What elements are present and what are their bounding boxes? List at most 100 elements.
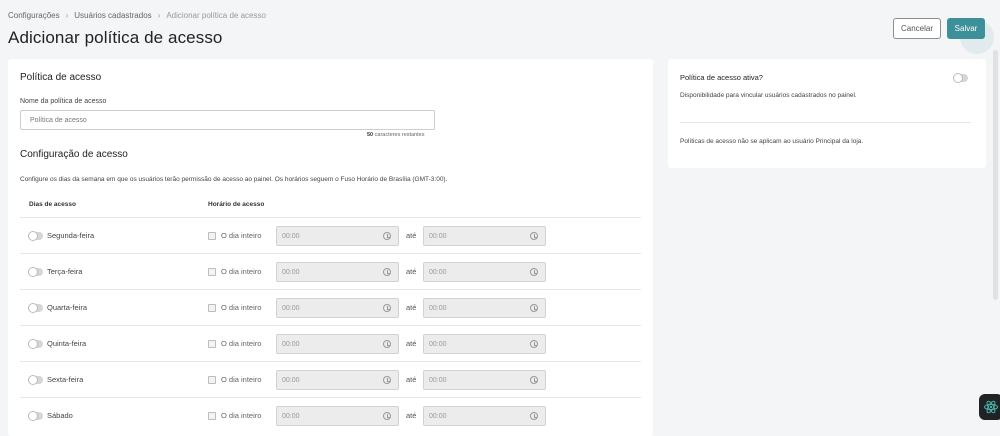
atom-icon bbox=[984, 400, 998, 414]
until-label: até bbox=[406, 339, 417, 348]
end-time-value: 00:00 bbox=[429, 268, 447, 276]
day-label: Sexta-feira bbox=[47, 375, 84, 384]
breadcrumb-item-usuarios[interactable]: Usuários cadastrados bbox=[74, 11, 151, 20]
table-row: Terça-feira O dia inteiro 00:00 até 00:00 bbox=[20, 253, 641, 289]
day-toggle[interactable] bbox=[28, 339, 43, 349]
end-time-value: 00:00 bbox=[429, 340, 447, 348]
day-toggle[interactable] bbox=[28, 375, 43, 385]
end-time-input[interactable]: 00:00 bbox=[423, 226, 546, 246]
breadcrumb: Configurações › Usuários cadastrados › A… bbox=[8, 11, 266, 20]
policy-name-input[interactable]: Política de acesso bbox=[20, 110, 435, 130]
until-label: até bbox=[406, 303, 417, 312]
breadcrumb-item-current: Adicionar política de acesso bbox=[166, 11, 266, 20]
clock-icon bbox=[530, 340, 538, 348]
policy-active-title: Política de acesso ativa? bbox=[680, 73, 763, 82]
clock-icon bbox=[530, 376, 538, 384]
all-day-checkbox[interactable] bbox=[208, 412, 216, 420]
table-row: Sábado O dia inteiro 00:00 até 00:00 bbox=[20, 397, 641, 433]
clock-icon bbox=[383, 376, 391, 384]
toggle-knob bbox=[28, 411, 38, 421]
policy-section-title: Política de acesso bbox=[20, 72, 102, 83]
start-time-input[interactable]: 00:00 bbox=[276, 298, 399, 318]
column-header-days: Dias de acesso bbox=[29, 201, 76, 208]
end-time-input[interactable]: 00:00 bbox=[423, 406, 546, 426]
end-time-value: 00:00 bbox=[429, 412, 447, 420]
assistant-button[interactable] bbox=[979, 394, 1000, 420]
end-time-value: 00:00 bbox=[429, 376, 447, 384]
day-toggle[interactable] bbox=[28, 231, 43, 241]
end-time-input[interactable]: 00:00 bbox=[423, 298, 546, 318]
all-day-checkbox[interactable] bbox=[208, 340, 216, 348]
toggle-knob bbox=[28, 267, 38, 277]
page-scrollbar[interactable] bbox=[993, 50, 998, 300]
all-day-checkbox[interactable] bbox=[208, 304, 216, 312]
chevron-right-icon: › bbox=[157, 11, 161, 20]
clock-icon bbox=[383, 412, 391, 420]
clock-icon bbox=[383, 340, 391, 348]
clock-icon bbox=[530, 304, 538, 312]
chevron-right-icon: › bbox=[65, 11, 69, 20]
clock-icon bbox=[383, 304, 391, 312]
toggle-knob bbox=[953, 73, 963, 83]
column-header-hours: Horário de acesso bbox=[208, 201, 265, 208]
access-config-description: Configure os dias da semana em que os us… bbox=[20, 176, 448, 183]
start-time-input[interactable]: 00:00 bbox=[276, 406, 399, 426]
day-label: Quinta-feira bbox=[47, 339, 87, 348]
end-time-input[interactable]: 00:00 bbox=[423, 334, 546, 354]
character-counter: 50 caracteres restantes bbox=[367, 132, 424, 138]
day-toggle[interactable] bbox=[28, 411, 43, 421]
toggle-knob bbox=[28, 375, 38, 385]
all-day-label: O dia inteiro bbox=[221, 339, 262, 348]
toggle-knob bbox=[28, 303, 38, 313]
start-time-value: 00:00 bbox=[282, 304, 300, 312]
toggle-knob bbox=[28, 339, 38, 349]
end-time-value: 00:00 bbox=[429, 304, 447, 312]
clock-icon bbox=[530, 232, 538, 240]
start-time-input[interactable]: 00:00 bbox=[276, 226, 399, 246]
policy-note: Políticas de acesso não se aplicam ao us… bbox=[680, 138, 864, 145]
until-label: até bbox=[406, 411, 417, 420]
policy-active-description: Disponibilidade para vincular usuários c… bbox=[680, 92, 857, 99]
all-day-label: O dia inteiro bbox=[221, 267, 262, 276]
end-time-value: 00:00 bbox=[429, 232, 447, 240]
clock-icon bbox=[530, 268, 538, 276]
toggle-knob bbox=[28, 231, 38, 241]
day-toggle[interactable] bbox=[28, 267, 43, 277]
all-day-checkbox[interactable] bbox=[208, 268, 216, 276]
policy-form-card: Política de acesso Nome da política de a… bbox=[8, 59, 653, 436]
table-row: Quarta-feira O dia inteiro 00:00 até 00:00 bbox=[20, 289, 641, 325]
page-title: Adicionar política de acesso bbox=[8, 28, 223, 47]
clock-icon bbox=[383, 232, 391, 240]
policy-active-toggle[interactable] bbox=[953, 73, 968, 83]
day-label: Quarta-feira bbox=[47, 303, 88, 312]
end-time-input[interactable]: 00:00 bbox=[423, 370, 546, 390]
end-time-input[interactable]: 00:00 bbox=[423, 262, 546, 282]
all-day-checkbox[interactable] bbox=[208, 376, 216, 384]
until-label: até bbox=[406, 375, 417, 384]
until-label: até bbox=[406, 231, 417, 240]
policy-name-label: Nome da política de acesso bbox=[20, 98, 107, 105]
cancel-button[interactable]: Cancelar bbox=[893, 18, 941, 39]
breadcrumb-item-configuracoes[interactable]: Configurações bbox=[8, 11, 60, 20]
start-time-value: 00:00 bbox=[282, 412, 300, 420]
start-time-input[interactable]: 00:00 bbox=[276, 370, 399, 390]
start-time-value: 00:00 bbox=[282, 232, 300, 240]
until-label: até bbox=[406, 267, 417, 276]
day-toggle[interactable] bbox=[28, 303, 43, 313]
start-time-value: 00:00 bbox=[282, 376, 300, 384]
save-button[interactable]: Salvar bbox=[947, 18, 985, 39]
start-time-value: 00:00 bbox=[282, 340, 300, 348]
table-row: Quinta-feira O dia inteiro 00:00 até 00:00 bbox=[20, 325, 641, 361]
start-time-input[interactable]: 00:00 bbox=[276, 334, 399, 354]
table-row: Sexta-feira O dia inteiro 00:00 até 00:00 bbox=[20, 361, 641, 397]
clock-icon bbox=[530, 412, 538, 420]
character-counter-text: caracteres restantes bbox=[373, 132, 425, 138]
all-day-label: O dia inteiro bbox=[221, 231, 262, 240]
start-time-value: 00:00 bbox=[282, 268, 300, 276]
start-time-input[interactable]: 00:00 bbox=[276, 262, 399, 282]
policy-status-card: Política de acesso ativa? Disponibilidad… bbox=[668, 59, 986, 168]
access-config-title: Configuração de acesso bbox=[20, 149, 128, 160]
day-label: Terça-feira bbox=[47, 267, 83, 276]
all-day-checkbox[interactable] bbox=[208, 232, 216, 240]
table-row: Segunda-feira O dia inteiro 00:00 até 00:00 bbox=[20, 217, 641, 253]
